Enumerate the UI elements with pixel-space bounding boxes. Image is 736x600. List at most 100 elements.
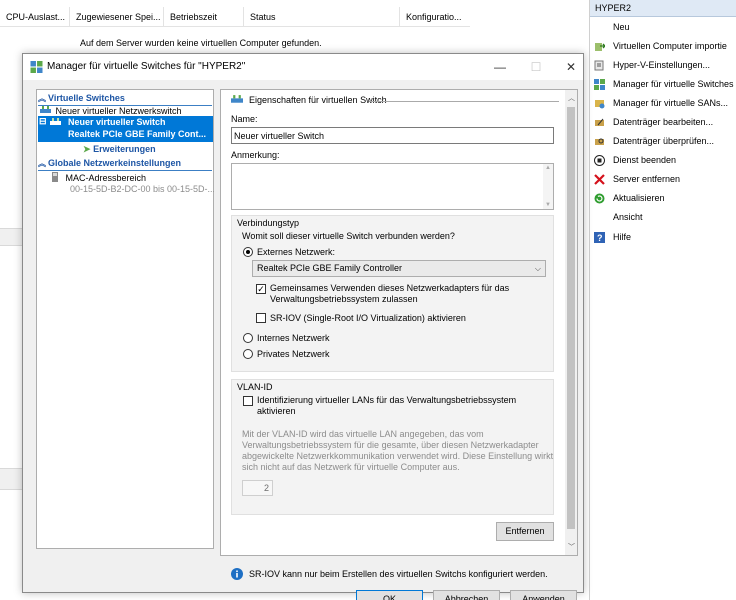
sriov-info-text: SR-IOV kann nur beim Erstellen des virtu…	[249, 569, 549, 579]
action-remove-server[interactable]: Server entfernen	[590, 170, 736, 189]
dialog-body: ︽ Virtuelle Switches Neuer virtueller Net…	[23, 80, 583, 600]
tree-item-selected-switch[interactable]: ⊟ Neuer virtueller Switch Realtek PCIe G…	[38, 116, 213, 142]
import-icon	[595, 43, 605, 51]
san-manager-icon	[595, 100, 605, 109]
switch-name-input[interactable]	[231, 127, 554, 144]
info-icon	[231, 568, 243, 580]
help-icon: ?	[594, 232, 605, 243]
action-inspect-disk[interactable]: Datenträger überprüfen...	[590, 132, 736, 151]
notes-label: Anmerkung:	[231, 150, 280, 160]
panel-scrollbar[interactable]: ︿ ﹀	[565, 90, 577, 555]
dialog-titlebar[interactable]: Manager für virtuelle Switches für "HYPE…	[23, 54, 583, 80]
private-network-radio[interactable]	[243, 349, 253, 359]
internal-network-label: Internes Netzwerk	[257, 333, 330, 343]
switch-manager-icon	[30, 61, 43, 73]
vlan-info-line1: Mit der VLAN-ID wird das virtuelle LAN a…	[242, 429, 484, 439]
chevron-down-icon: ⌵	[534, 264, 541, 273]
scrollbar-thumb[interactable]	[567, 107, 575, 529]
switch-manager-icon	[594, 79, 605, 90]
stop-icon	[594, 155, 605, 166]
tree-section-global-settings[interactable]: ︽ Globale Netzwerkeinstellungen	[38, 157, 181, 170]
close-button[interactable]: ✕	[557, 56, 585, 78]
connection-type-group: Verbindungstyp Womit soll dieser virtuel…	[231, 215, 554, 372]
vlan-check-label-line2: aktivieren	[257, 406, 296, 416]
cancel-button[interactable]: Abbrechen	[433, 590, 500, 600]
empty-vm-message: Auf dem Server wurden keine virtuellen C…	[80, 38, 322, 48]
action-view[interactable]: Ansicht	[590, 208, 736, 227]
scroll-up-icon: ▲	[545, 165, 551, 171]
share-adapter-checkbox[interactable]: ✓	[256, 284, 266, 294]
scroll-down-icon: ﹀	[568, 544, 575, 551]
action-import-vm[interactable]: Virtuellen Computer importie	[590, 37, 736, 56]
sriov-checkbox[interactable]	[256, 313, 266, 323]
refresh-icon	[594, 193, 605, 204]
notes-textarea[interactable]: ▲ ▼	[231, 163, 554, 210]
vlan-checkbox[interactable]	[243, 396, 253, 406]
background-pane-divider	[0, 468, 24, 490]
tree-section-virtual-switches[interactable]: ︽ Virtuelle Switches	[38, 92, 125, 105]
remove-icon	[594, 174, 605, 185]
external-network-label: Externes Netzwerk:	[257, 247, 336, 257]
dialog-title: Manager für virtuelle Switches für "HYPE…	[47, 61, 246, 72]
vlan-id-input[interactable]: 2	[242, 480, 273, 496]
col-config[interactable]: Konfiguratio...	[400, 7, 470, 27]
vlan-group-title: VLAN-ID	[237, 382, 273, 392]
col-uptime[interactable]: Betriebszeit	[164, 7, 244, 27]
action-new[interactable]: Neu	[590, 18, 736, 37]
action-refresh[interactable]: Aktualisieren	[590, 189, 736, 208]
panel-header: Eigenschaften für virtuellen Switch	[249, 95, 387, 105]
minimize-button[interactable]: —	[486, 56, 514, 78]
actions-pane: HYPER2 Neu Virtuellen Computer importie …	[589, 0, 736, 600]
internal-network-radio[interactable]	[243, 333, 253, 343]
mac-address-icon	[52, 172, 58, 182]
switch-properties-panel: Eigenschaften für virtuellen Switch Name…	[220, 89, 578, 556]
adapter-dropdown[interactable]: Realtek PCIe GBE Family Controller ⌵	[252, 260, 546, 277]
action-san-manager[interactable]: Manager für virtuelle SANs...	[590, 94, 736, 113]
share-adapter-label-line2: Verwaltungsbetriebssystem zulassen	[270, 294, 418, 304]
section-divider	[38, 170, 212, 171]
notes-scrollbar[interactable]: ▲ ▼	[543, 164, 553, 209]
col-cpu[interactable]: CPU-Auslast...	[0, 7, 70, 27]
extensions-icon: ➤	[83, 144, 91, 154]
vlan-info-line4: sich nicht auf das Netzwerk für virtuell…	[242, 462, 460, 472]
action-hyperv-settings[interactable]: Hyper-V-Einstellungen...	[590, 56, 736, 75]
ok-button[interactable]: OK	[356, 590, 423, 600]
private-network-label: Privates Netzwerk	[257, 349, 330, 359]
action-stop-service[interactable]: Dienst beenden	[590, 151, 736, 170]
scroll-down-icon: ▼	[545, 202, 551, 208]
external-network-radio[interactable]	[243, 247, 253, 257]
tree-item-mac-range[interactable]: MAC-Adressbereich	[51, 172, 146, 183]
tree-item-extensions[interactable]: ➤ Erweiterungen	[83, 144, 156, 155]
action-edit-disk[interactable]: Datenträger bearbeiten...	[590, 113, 736, 132]
background-pane-divider	[0, 228, 24, 246]
network-switch-icon	[40, 106, 51, 113]
action-switch-manager[interactable]: Manager für virtuelle Switches	[590, 75, 736, 94]
settings-icon	[594, 60, 604, 71]
vlan-group: VLAN-ID Identifizierung virtueller LANs …	[231, 379, 554, 515]
vm-table-header: CPU-Auslast... Zugewiesener Spei... Betr…	[0, 7, 470, 27]
vlan-check-label-line1: Identifizierung virtueller LANs für das …	[257, 395, 517, 405]
vlan-info-line3: abgewickelte Netzwerkkommunikation verwe…	[242, 451, 554, 461]
remove-switch-button[interactable]: Entfernen	[496, 522, 554, 541]
edit-disk-icon	[595, 118, 604, 126]
collapse-icon: ⊟	[39, 116, 47, 126]
switch-tree: ︽ Virtuelle Switches Neuer virtueller Net…	[36, 89, 214, 549]
name-label: Name:	[231, 114, 258, 124]
network-switch-icon	[231, 95, 243, 103]
col-memory[interactable]: Zugewiesener Spei...	[70, 7, 164, 27]
minimize-icon: —	[494, 60, 506, 74]
network-switch-icon	[50, 118, 61, 125]
col-status[interactable]: Status	[244, 7, 400, 27]
sriov-label: SR-IOV (Single-Root I/O Virtualization) …	[270, 313, 466, 323]
actions-header: HYPER2	[590, 0, 736, 17]
apply-button[interactable]: Anwenden	[510, 590, 577, 600]
header-rule	[369, 101, 559, 102]
svg-text:?: ?	[597, 233, 603, 243]
scroll-up-icon: ︿	[568, 95, 575, 102]
mac-range-value: 00-15-5D-B2-DC-00 bis 00-15-5D-...	[70, 184, 214, 194]
checkmark-icon: ✓	[257, 284, 265, 294]
connection-question: Womit soll dieser virtuelle Switch verbu…	[242, 231, 455, 241]
maximize-button[interactable]: ☐	[522, 56, 550, 78]
action-help[interactable]: ? Hilfe	[590, 228, 736, 247]
collapse-chevron-icon: ︽	[38, 94, 46, 103]
